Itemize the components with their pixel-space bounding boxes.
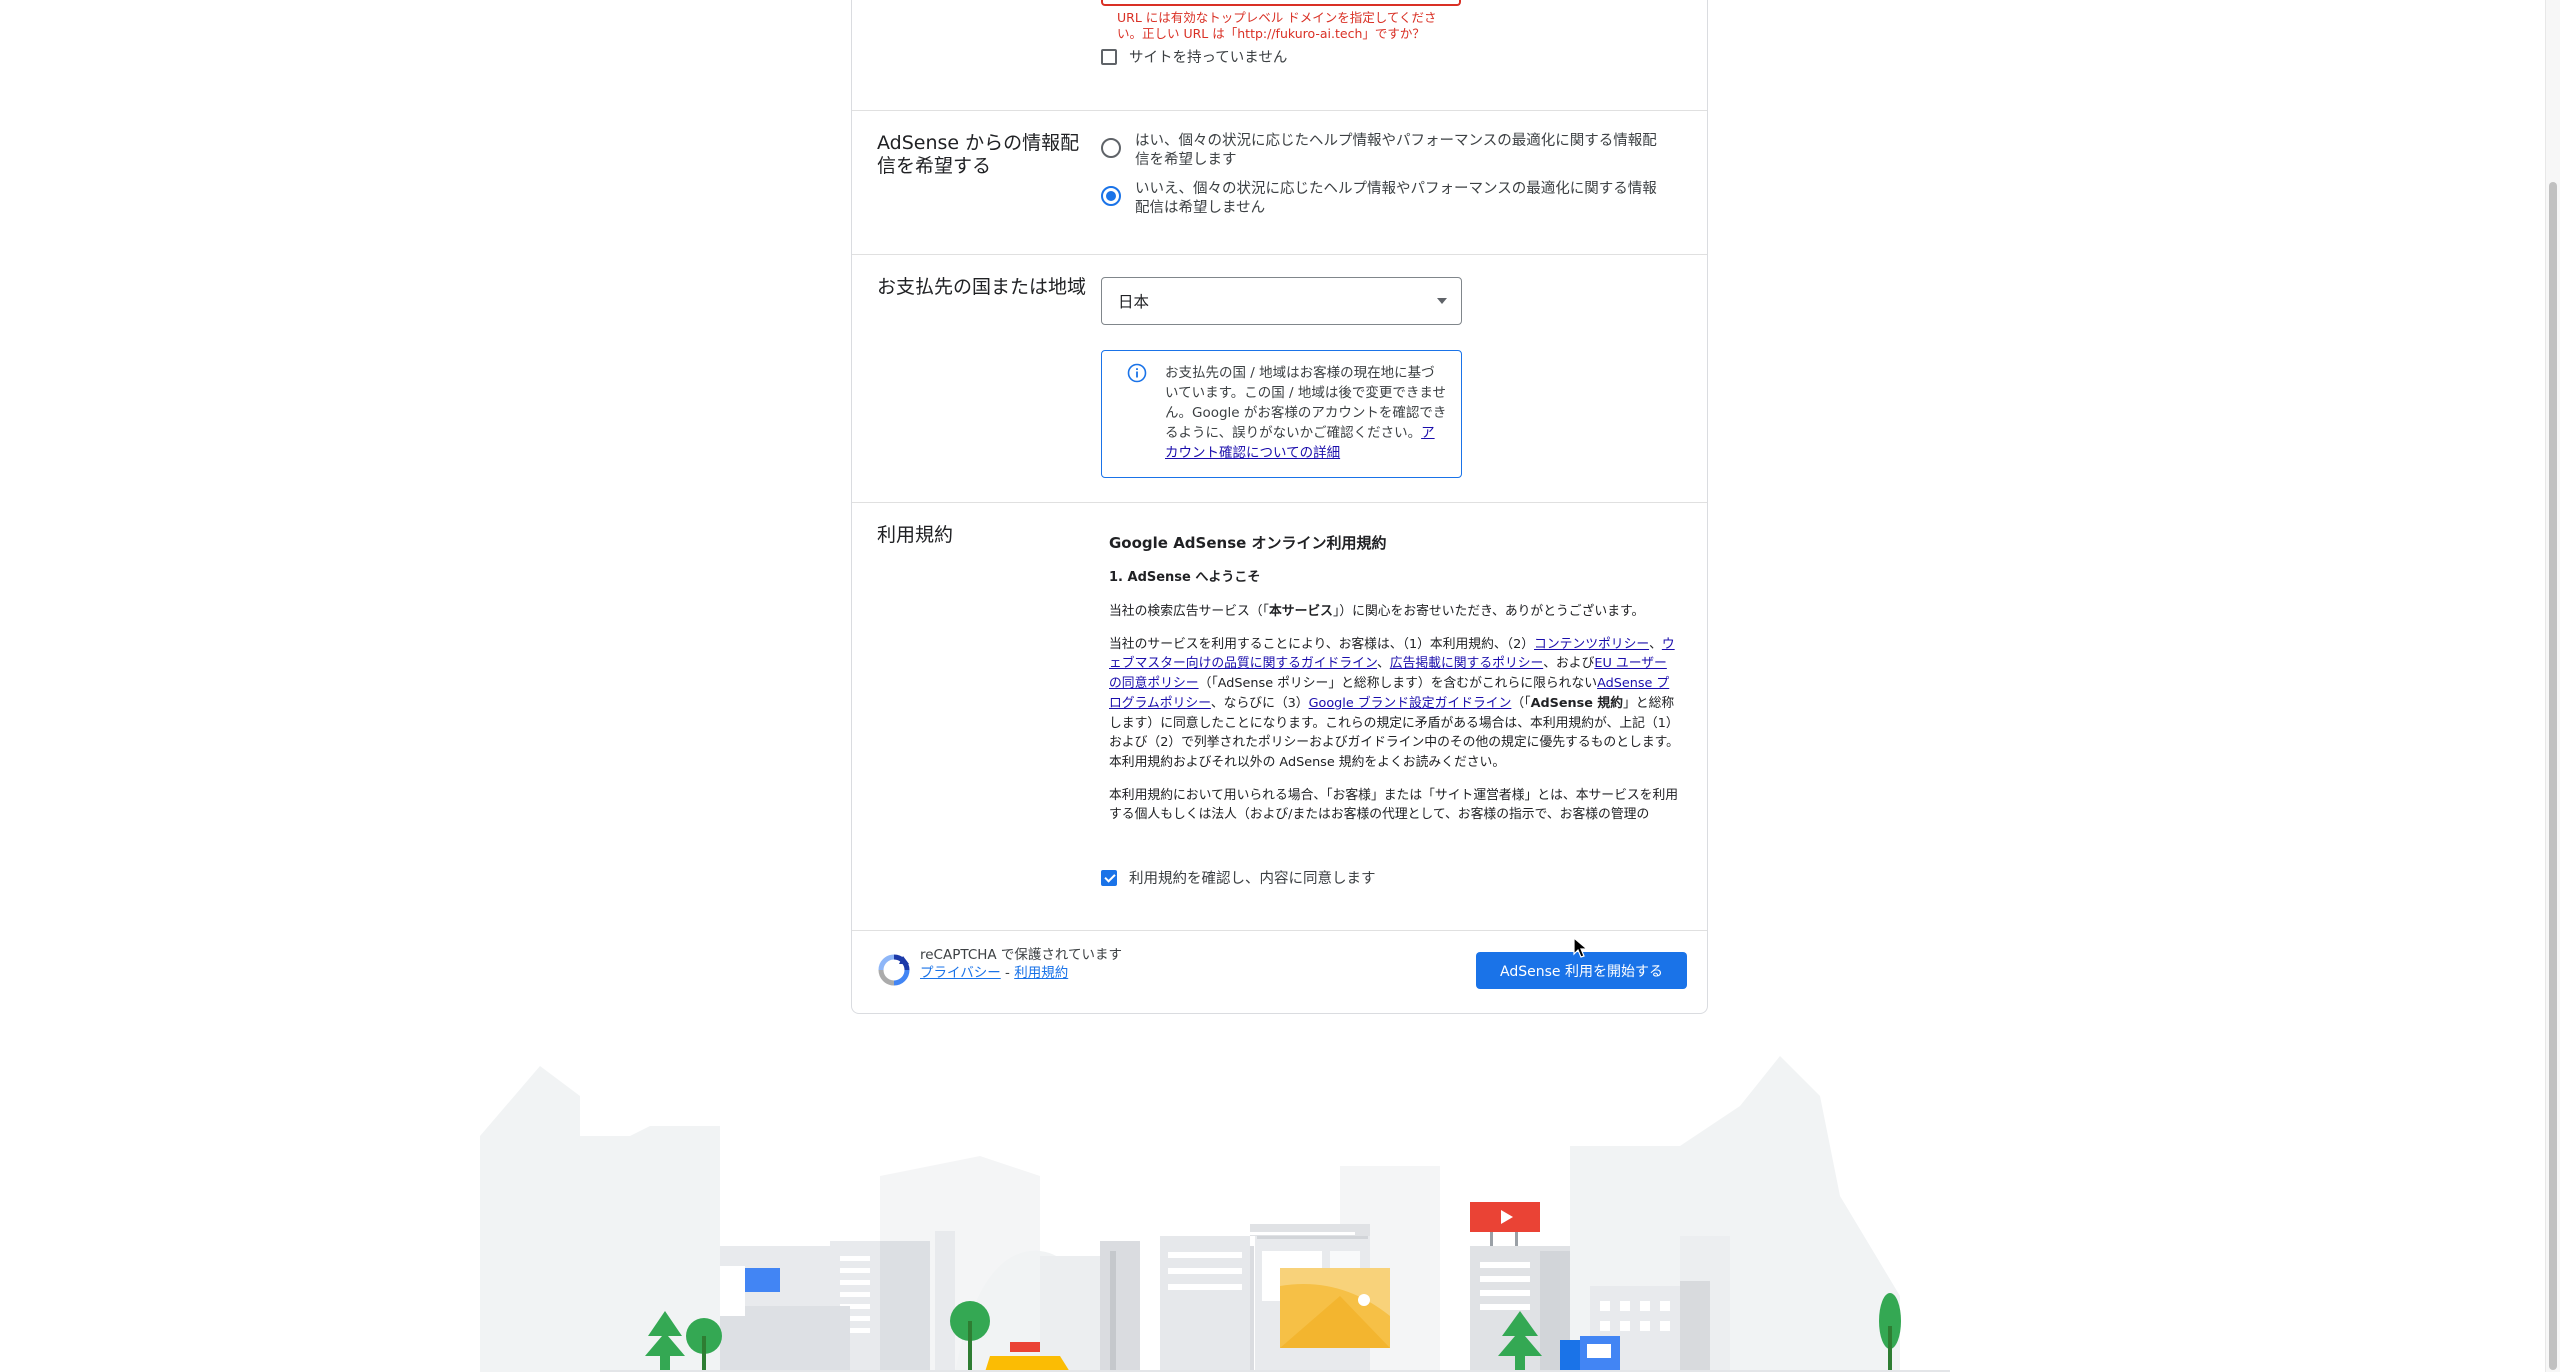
terms-paragraph-2: 当社のサービスを利用することにより、お客様は、（1）本利用規約、（2）コンテンツ… xyxy=(1109,635,1679,773)
text: 、 xyxy=(1649,636,1662,652)
ad-policy-link[interactable]: 広告掲載に関するポリシー xyxy=(1390,656,1543,671)
content-policy-link[interactable]: コンテンツポリシー xyxy=(1534,637,1649,652)
privacy-link[interactable]: プライバシー xyxy=(920,965,1001,981)
text: 当社のサービスを利用することにより、お客様は、（1）本利用規約、（2） xyxy=(1109,636,1535,652)
info-delivery-label: AdSense からの情報配信を希望する xyxy=(877,132,1080,177)
section-divider xyxy=(852,502,1707,503)
text: 、および xyxy=(1543,656,1595,672)
info-option-yes[interactable]: はい、個々の状況に応じたヘルプ情報やパフォーマンスの最適化に関する情報配信を希望… xyxy=(1101,132,1661,170)
terms-paragraph-3: 本利用規約において用いられる場合、「お客様」または「サイト運営者様」とは、本サー… xyxy=(1109,787,1679,823)
recaptcha-logo-icon xyxy=(878,954,910,986)
terms-title: Google AdSense オンライン利用規約 xyxy=(1109,534,1387,552)
radio-no[interactable] xyxy=(1101,186,1121,206)
text: 、 xyxy=(1376,656,1390,672)
text: （「 xyxy=(1511,695,1531,711)
text: （「AdSense ポリシー」と総称します）を含むがこれらに限られない xyxy=(1198,676,1598,692)
no-site-checkbox-row[interactable]: サイトを持っていません xyxy=(1101,46,1287,67)
text: 」）に関心をお寄せいただき、ありがとうございます。 xyxy=(1332,604,1645,619)
no-site-label: サイトを持っていません xyxy=(1129,50,1288,66)
payment-country-label: お支払先の国または地域 xyxy=(877,276,1087,298)
url-error-message: URL には有効なトップレベル ドメインを指定してください。正しい URL は「… xyxy=(1117,10,1437,41)
text: 当社の検索広告サービス（「 xyxy=(1109,604,1269,619)
agree-terms-label: 利用規約を確認し、内容に同意します xyxy=(1129,871,1376,887)
site-url-input[interactable] xyxy=(1101,0,1461,6)
country-info-box: お支払先の国 / 地域はお客様の現在地に基づいています。この国 / 地域は後で変… xyxy=(1101,350,1462,478)
radio-yes[interactable] xyxy=(1101,138,1121,158)
terms-heading: 1. AdSense へようこそ xyxy=(1109,570,1261,585)
info-option-no[interactable]: いいえ、個々の状況に応じたヘルプ情報やパフォーマンスの最適化に関する情報配信は希… xyxy=(1101,180,1661,218)
signup-card: URL には有効なトップレベル ドメインを指定してください。正しい URL は「… xyxy=(851,0,1708,1014)
country-select[interactable]: 日本 xyxy=(1101,277,1462,325)
agree-terms-checkbox[interactable] xyxy=(1101,869,1117,886)
scrollbar-thumb[interactable] xyxy=(2549,182,2557,1370)
section-divider xyxy=(852,110,1707,111)
info-icon xyxy=(1127,363,1147,383)
text-bold: AdSense 規約 xyxy=(1530,695,1623,711)
country-select-value: 日本 xyxy=(1118,293,1150,311)
caret-down-icon xyxy=(1437,298,1447,304)
brand-guidelines-link[interactable]: Google ブランド設定ガイドライン xyxy=(1309,696,1512,711)
agree-terms-row[interactable]: 利用規約を確認し、内容に同意します xyxy=(1101,867,1376,888)
recaptcha-links: プライバシー - 利用規約 xyxy=(920,964,1122,982)
terms-paragraph-1: 当社の検索広告サービス（「本サービス」）に関心をお寄せいただき、ありがとうござい… xyxy=(1109,602,1679,622)
country-info-text: お支払先の国 / 地域はお客様の現在地に基づいています。この国 / 地域は後で変… xyxy=(1165,363,1447,463)
country-info-body: お支払先の国 / 地域はお客様の現在地に基づいています。この国 / 地域は後で変… xyxy=(1165,365,1447,441)
text: 、ならびに（3） xyxy=(1210,695,1309,711)
section-divider xyxy=(852,930,1707,931)
recaptcha-notice: reCAPTCHA で保護されています プライバシー - 利用規約 xyxy=(920,946,1122,982)
city-illustration xyxy=(480,1056,1950,1372)
info-option-no-text: いいえ、個々の状況に応じたヘルプ情報やパフォーマンスの最適化に関する情報配信は希… xyxy=(1135,181,1657,216)
section-divider xyxy=(852,254,1707,255)
terms-scroll-area[interactable]: Google AdSense オンライン利用規約 1. AdSense へようこ… xyxy=(1109,532,1679,838)
recaptcha-text: reCAPTCHA で保護されています xyxy=(920,947,1123,963)
mouse-cursor-icon xyxy=(1573,937,1589,958)
terms-label: 利用規約 xyxy=(877,524,954,546)
text-bold: 本サービス xyxy=(1268,604,1333,619)
recaptcha-terms-link[interactable]: 利用規約 xyxy=(1014,965,1068,981)
page-scrollbar[interactable] xyxy=(2545,0,2560,1372)
info-option-yes-text: はい、個々の状況に応じたヘルプ情報やパフォーマンスの最適化に関する情報配信を希望… xyxy=(1135,133,1657,168)
no-site-checkbox[interactable] xyxy=(1101,48,1117,65)
link-separator: - xyxy=(1000,965,1015,981)
